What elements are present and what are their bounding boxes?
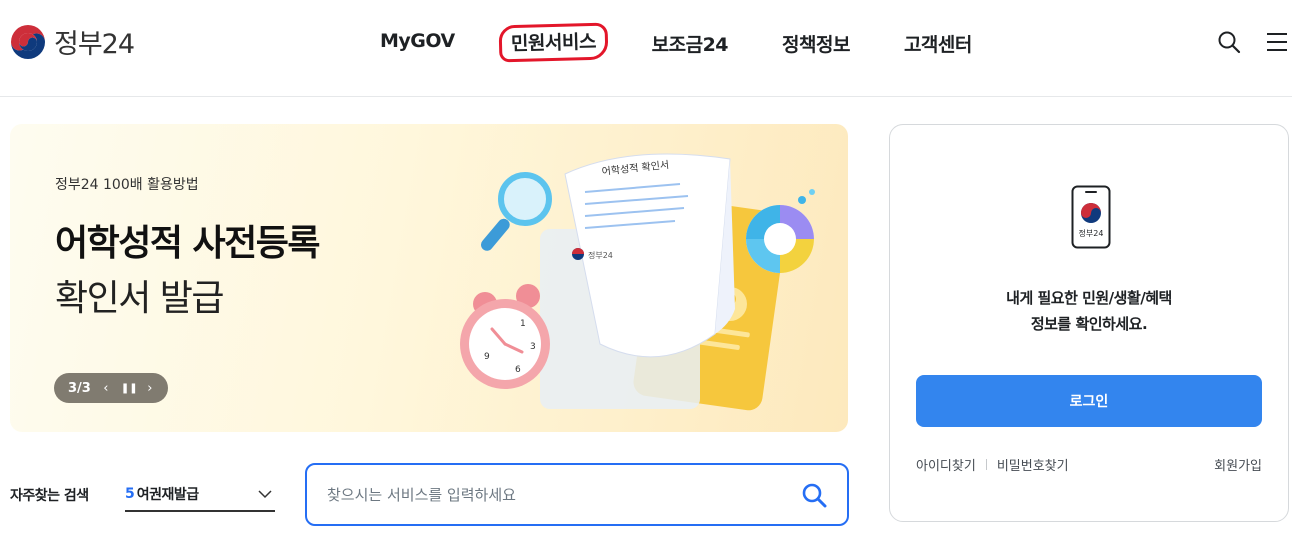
pause-icon[interactable]: ❚❚ <box>121 383 138 394</box>
prev-arrow-icon[interactable]: ‹ <box>99 381 113 396</box>
chevron-down-icon <box>258 490 272 499</box>
frequent-search-select[interactable]: 5 여권재발급 <box>125 478 275 512</box>
login-message-line2: 정보를 확인하세요. <box>1030 315 1148 333</box>
search-button-icon[interactable] <box>801 482 827 508</box>
banner-counter: 3/3 <box>68 380 91 396</box>
phone-brand: 정부24 <box>1079 228 1104 238</box>
frequent-search-label: 자주찾는 검색 <box>10 488 89 504</box>
search-icon[interactable] <box>1217 30 1241 54</box>
logo-text: 정부24 <box>54 29 135 60</box>
login-message: 내게 필요한 민원/생활/혜택 정보를 확인하세요. <box>890 285 1288 337</box>
svg-text:3: 3 <box>530 342 536 352</box>
banner-controls: 3/3 ‹ ❚❚ › <box>54 373 168 403</box>
login-button[interactable]: 로그인 <box>916 375 1262 427</box>
banner-title-line2: 확인서 발급 <box>55 278 225 319</box>
nav-mygov[interactable]: MyGOV <box>370 26 465 61</box>
logo[interactable]: 정부24 <box>10 22 135 61</box>
certificate-illustration: 어학성적 확인서 정부24 1 3 6 9 <box>460 153 815 411</box>
promo-banner[interactable]: 정부24 100배 활용방법 어학성적 사전등록 확인서 발급 3/3 ‹ ❚❚… <box>10 124 848 432</box>
mobile-id-icon: 정부24 <box>1071 185 1111 249</box>
site-header: 정부24 MyGOV 민원서비스 보조금24 정책정보 고객센터 <box>0 0 1292 97</box>
nav-customer-center[interactable]: 고객센터 <box>894 26 982 61</box>
next-arrow-icon[interactable]: › <box>143 381 157 396</box>
frequent-search-term: 여권재발급 <box>136 487 199 503</box>
nav-subsidy24[interactable]: 보조금24 <box>642 26 738 61</box>
svg-text:9: 9 <box>484 352 490 362</box>
find-password-link[interactable]: 비밀번호찾기 <box>997 455 1069 474</box>
nav-policy-info[interactable]: 정책정보 <box>772 26 860 61</box>
taegeuk-logo-icon <box>11 24 45 59</box>
frequent-search-rank: 5 <box>125 486 135 502</box>
svg-text:1: 1 <box>520 319 526 329</box>
search-box <box>305 463 849 526</box>
banner-title: 어학성적 사전등록 <box>55 223 321 264</box>
signup-link[interactable]: 회원가입 <box>1214 455 1262 474</box>
find-id-link[interactable]: 아이디찾기 <box>916 455 976 474</box>
banner-subtitle: 정부24 100배 활용방법 <box>55 177 199 193</box>
doc-brand: 정부24 <box>588 250 613 260</box>
svg-text:6: 6 <box>515 365 521 375</box>
login-links: 아이디찾기 비밀번호찾기 회원가입 <box>916 455 1262 474</box>
divider <box>985 459 987 470</box>
login-card: 정부24 내게 필요한 민원/생활/혜택 정보를 확인하세요. 로그인 아이디찾… <box>889 124 1289 522</box>
login-message-line1: 내게 필요한 민원/생활/혜택 <box>1006 289 1172 307</box>
nav-civil-service[interactable]: 민원서비스 <box>498 22 609 63</box>
menu-icon[interactable] <box>1265 30 1289 54</box>
search-input[interactable] <box>327 482 767 508</box>
main-nav: MyGOV 민원서비스 보조금24 정책정보 고객센터 <box>370 22 1016 63</box>
